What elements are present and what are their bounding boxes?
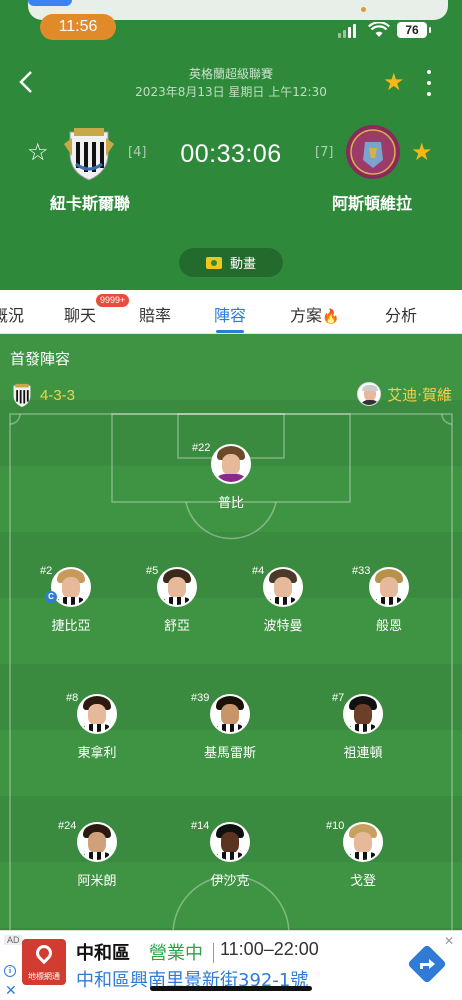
away-team-crest bbox=[346, 125, 400, 179]
ad-divider bbox=[213, 943, 214, 963]
home-formation: 4-3-3 bbox=[10, 382, 75, 408]
player-avatar bbox=[263, 567, 303, 607]
player-number: #4 bbox=[252, 565, 265, 577]
ad-open-status: 營業中 bbox=[149, 943, 203, 964]
player-number: #7 bbox=[332, 692, 345, 704]
away-team-rank: [7] bbox=[315, 145, 334, 160]
player-card[interactable]: #22 普比 bbox=[186, 442, 276, 511]
home-indicator bbox=[150, 986, 312, 991]
active-tab-indicator bbox=[216, 330, 244, 333]
player-name: 伊沙克 bbox=[210, 874, 250, 889]
tab-overview[interactable]: 概況 bbox=[0, 302, 24, 326]
player-number: #24 bbox=[58, 820, 77, 832]
ad-logo: 地標網通 bbox=[22, 939, 66, 985]
lineup-title: 首發陣容 bbox=[10, 350, 71, 368]
player-number: #2 bbox=[40, 565, 53, 577]
player-number: #39 bbox=[191, 692, 210, 704]
player-number: #33 bbox=[352, 565, 371, 577]
captain-badge: C bbox=[45, 591, 57, 603]
tab-bar: 概況 聊天 9999+ 賠率 陣容 方案🔥 分析 bbox=[0, 290, 462, 334]
away-follow-star-icon[interactable]: ★ bbox=[411, 140, 433, 164]
player-card[interactable]: #39 基馬雷斯 bbox=[185, 692, 275, 761]
player-avatar bbox=[77, 694, 117, 734]
lineup-pitch: 首發陣容 4-3-3 艾迪·賀維 #22 普比 #2 C 捷比亞 #5 舒亞 #… bbox=[0, 334, 462, 930]
player-card[interactable]: #24 阿米朗 bbox=[52, 820, 142, 889]
battery-icon: 76 bbox=[397, 22, 431, 38]
player-card[interactable]: #14 伊沙克 bbox=[185, 820, 275, 889]
fire-icon: 🔥 bbox=[322, 309, 340, 325]
tab-chat[interactable]: 聊天 bbox=[64, 302, 96, 326]
home-team-name: 紐卡斯爾聯 bbox=[49, 194, 130, 213]
notification-dot bbox=[361, 7, 366, 12]
ad-logo-text: 地標網通 bbox=[28, 972, 60, 981]
player-card[interactable]: #2 C 捷比亞 bbox=[26, 565, 116, 634]
player-avatar bbox=[51, 567, 91, 607]
player-name: 基馬雷斯 bbox=[203, 746, 256, 761]
player-avatar bbox=[211, 444, 251, 484]
map-pin-icon bbox=[32, 941, 56, 965]
player-number: #8 bbox=[66, 692, 79, 704]
chat-badge: 9999+ bbox=[96, 294, 130, 307]
player-number: #5 bbox=[146, 565, 159, 577]
player-name: 戈登 bbox=[349, 874, 376, 889]
player-name: 東拿利 bbox=[77, 746, 117, 761]
ad-info-icon[interactable]: i bbox=[4, 965, 16, 977]
player-card[interactable]: #5 舒亞 bbox=[132, 565, 222, 634]
player-avatar bbox=[369, 567, 409, 607]
player-name: 般恩 bbox=[375, 619, 402, 634]
away-team-name: 阿斯頓維拉 bbox=[331, 194, 412, 213]
tab-lineup[interactable]: 陣容 bbox=[214, 302, 246, 326]
manager: 艾迪·賀維 bbox=[357, 382, 452, 406]
player-name: 祖連頓 bbox=[343, 746, 383, 761]
player-name: 舒亞 bbox=[163, 619, 190, 634]
tab-analysis[interactable]: 分析 bbox=[385, 302, 417, 326]
wifi-icon bbox=[368, 22, 390, 37]
player-avatar bbox=[210, 822, 250, 862]
player-avatar bbox=[343, 694, 383, 734]
player-number: #14 bbox=[191, 820, 210, 832]
manager-name: 艾迪·賀維 bbox=[387, 385, 452, 404]
more-menu-icon[interactable] bbox=[424, 70, 434, 96]
player-card[interactable]: #8 東拿利 bbox=[52, 692, 142, 761]
player-name: 普比 bbox=[217, 496, 244, 511]
tab-odds[interactable]: 賠率 bbox=[139, 302, 171, 326]
pitch-icon bbox=[205, 256, 222, 269]
player-avatar bbox=[157, 567, 197, 607]
tab-plans-label: 方案 bbox=[290, 306, 323, 325]
signal-icon bbox=[338, 24, 356, 38]
favorite-star-icon[interactable]: ★ bbox=[383, 70, 405, 94]
notification-accent bbox=[28, 0, 72, 6]
animation-label: 動畫 bbox=[229, 257, 256, 272]
player-card[interactable]: #33 般恩 bbox=[344, 565, 434, 634]
player-number: #22 bbox=[192, 442, 211, 454]
directions-icon[interactable] bbox=[408, 945, 446, 983]
player-name: 波特曼 bbox=[263, 619, 303, 634]
player-avatar bbox=[343, 822, 383, 862]
animation-button[interactable]: 動畫 bbox=[179, 248, 283, 277]
ad-place-name: 中和區 bbox=[76, 943, 130, 964]
match-header: 11:56 76 英格蘭超級聯賽 2023年8月13日 星期日 上午12:30 … bbox=[0, 0, 462, 290]
player-card[interactable]: #7 祖連頓 bbox=[318, 692, 408, 761]
player-avatar bbox=[77, 822, 117, 862]
formation-label: 4-3-3 bbox=[40, 386, 76, 404]
player-name: 捷比亞 bbox=[51, 619, 91, 634]
player-avatar bbox=[210, 694, 250, 734]
tab-plans[interactable]: 方案🔥 bbox=[290, 302, 339, 326]
home-team-mini-crest bbox=[13, 383, 31, 407]
player-name: 阿米朗 bbox=[77, 874, 117, 889]
status-time: 11:56 bbox=[40, 14, 116, 40]
ad-dismiss-icon[interactable]: ✕ bbox=[5, 983, 17, 999]
player-number: #10 bbox=[326, 820, 345, 832]
player-card[interactable]: #4 波特曼 bbox=[238, 565, 328, 634]
ad-hours: 11:00–22:00 bbox=[220, 939, 319, 959]
manager-avatar bbox=[357, 382, 382, 406]
ad-tag: AD bbox=[4, 935, 23, 945]
player-card[interactable]: #10 戈登 bbox=[318, 820, 408, 889]
